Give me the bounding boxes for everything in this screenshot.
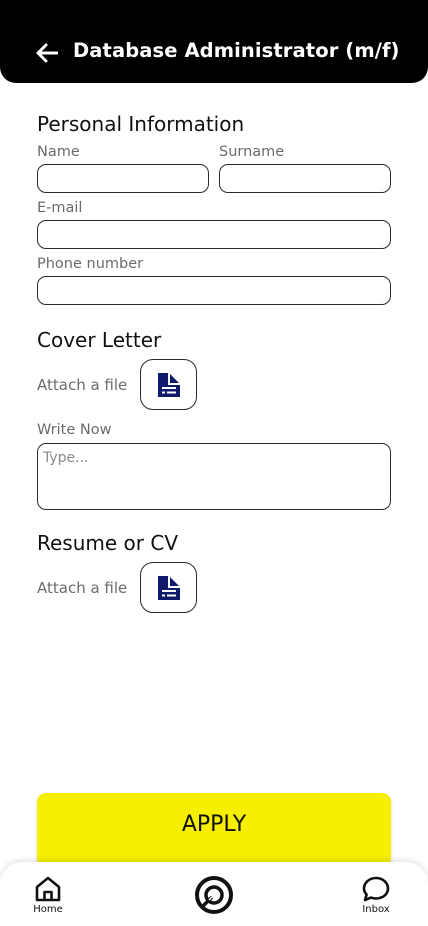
nav-home-label: Home	[33, 904, 63, 915]
document-icon	[157, 372, 180, 397]
cover-letter-attach-label: Attach a file	[37, 376, 128, 394]
app-header: Database Administrator (m/f)	[0, 0, 428, 83]
document-icon	[157, 575, 180, 600]
phone-input[interactable]	[37, 276, 391, 305]
name-label: Name	[37, 144, 80, 160]
surname-label: Surname	[219, 144, 285, 160]
target-logo-icon	[195, 876, 233, 914]
resume-attach-button[interactable]	[140, 562, 197, 613]
chat-bubble-icon	[362, 876, 390, 902]
name-input[interactable]	[37, 164, 209, 193]
phone-label: Phone number	[37, 256, 144, 272]
apply-button[interactable]: APPLY	[37, 793, 391, 867]
cover-letter-textarea[interactable]	[37, 443, 391, 510]
cover-letter-attach-button[interactable]	[140, 359, 197, 410]
page-title: Database Administrator (m/f)	[73, 39, 400, 62]
resume-heading: Resume or CV	[37, 531, 179, 555]
nav-home[interactable]: Home	[33, 875, 63, 915]
email-input[interactable]	[37, 220, 391, 249]
nav-center[interactable]	[194, 875, 234, 915]
email-label: E-mail	[37, 200, 83, 216]
bottom-nav: Home Inbox	[0, 862, 428, 926]
resume-attach-label: Attach a file	[37, 579, 128, 597]
surname-input[interactable]	[219, 164, 391, 193]
arrow-left-icon	[36, 43, 58, 63]
personal-info-heading: Personal Information	[37, 112, 245, 136]
write-now-label: Write Now	[37, 422, 112, 438]
nav-inbox[interactable]: Inbox	[361, 875, 391, 915]
nav-inbox-label: Inbox	[362, 904, 390, 915]
home-icon	[35, 876, 61, 902]
cover-letter-heading: Cover Letter	[37, 328, 162, 352]
back-button[interactable]	[34, 40, 60, 66]
